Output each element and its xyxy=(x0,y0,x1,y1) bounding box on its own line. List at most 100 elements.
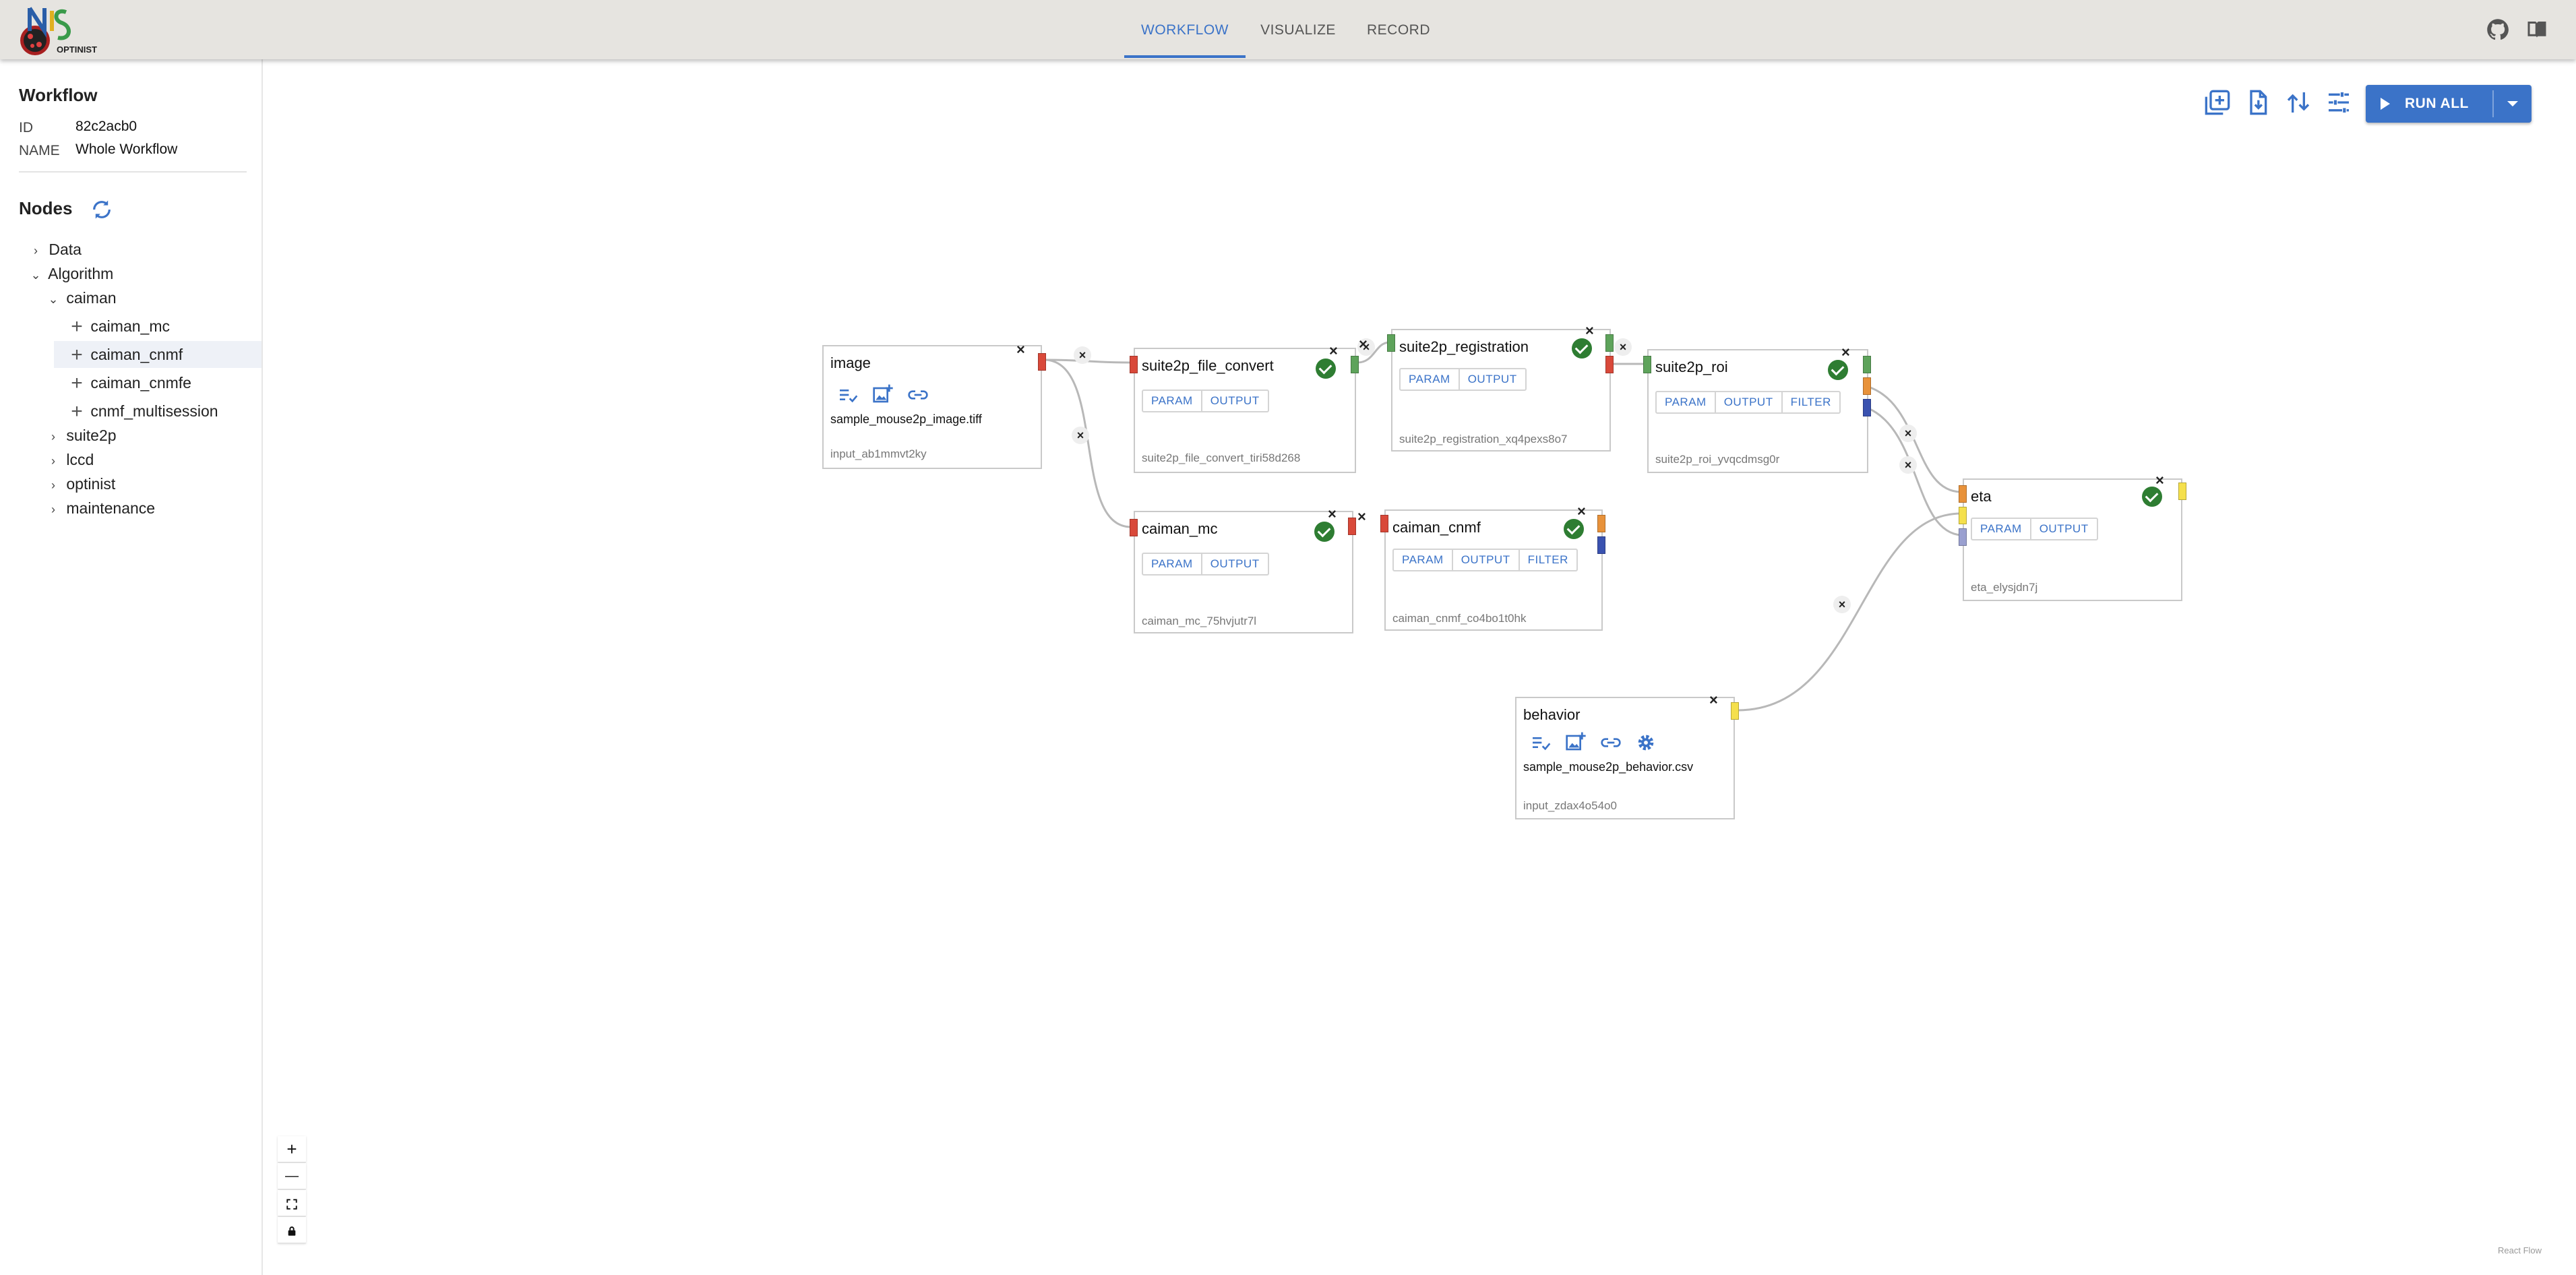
close-node-button[interactable]: × xyxy=(1841,345,1850,360)
success-check-icon xyxy=(1828,360,1848,380)
close-node-button[interactable]: × xyxy=(1709,693,1718,708)
output-button[interactable]: OUTPUT xyxy=(1716,392,1783,412)
node-button-group: PARAM OUTPUT FILTER xyxy=(1392,549,1578,571)
lock-button[interactable] xyxy=(278,1217,306,1243)
output-handle[interactable] xyxy=(1605,334,1614,352)
node-file-name: sample_mouse2p_behavior.csv xyxy=(1523,760,1694,774)
node-button-group: PARAM OUTPUT xyxy=(1971,518,2098,540)
edge-delete-button[interactable]: × xyxy=(1614,338,1632,356)
close-node-button[interactable]: × xyxy=(1329,344,1338,359)
github-icon[interactable] xyxy=(2486,18,2510,42)
output-handle[interactable] xyxy=(1731,702,1739,720)
param-button[interactable]: PARAM xyxy=(1143,554,1202,574)
zoom-in-button[interactable]: + xyxy=(278,1136,306,1162)
gear-icon[interactable] xyxy=(1635,732,1657,753)
close-handle-button[interactable]: × xyxy=(1357,509,1366,524)
node-suite2p-roi[interactable]: suite2p_roi × PARAM OUTPUT FILTER suite2… xyxy=(1643,345,1871,473)
tab-workflow[interactable]: WORKFLOW xyxy=(1124,0,1246,58)
edge-delete-button[interactable]: × xyxy=(1072,427,1089,444)
output-handle[interactable] xyxy=(1863,377,1871,395)
node-id: suite2p_registration_xq4pexs8o7 xyxy=(1399,433,1568,445)
param-button[interactable]: PARAM xyxy=(1143,391,1202,411)
app-bar: OPTINIST WORKFLOW VISUALIZE RECORD xyxy=(0,0,2576,59)
tab-record[interactable]: RECORD xyxy=(1355,0,1442,55)
node-file-name: sample_mouse2p_image.tiff xyxy=(830,412,982,426)
edge-image-to-caiman-mc[interactable] xyxy=(1045,359,1132,528)
param-button[interactable]: PARAM xyxy=(1657,392,1716,412)
lock-icon xyxy=(288,1226,296,1236)
output-handle[interactable] xyxy=(1597,536,1605,554)
link-icon[interactable] xyxy=(1600,732,1622,753)
close-node-button[interactable]: × xyxy=(2155,473,2164,488)
output-button[interactable]: OUTPUT xyxy=(1453,550,1520,570)
node-title: image xyxy=(830,354,871,371)
node-caiman-mc[interactable]: caiman_mc × PARAM OUTPUT caiman_mc_75hvj… xyxy=(1130,507,1366,633)
input-handle[interactable] xyxy=(1130,519,1138,536)
react-flow-attribution[interactable]: React Flow xyxy=(2498,1245,2542,1255)
add-image-icon[interactable] xyxy=(872,383,894,404)
node-button-group: PARAM OUTPUT xyxy=(1399,368,1527,391)
node-title: caiman_mc xyxy=(1142,520,1218,537)
filter-button[interactable]: FILTER xyxy=(1520,550,1576,570)
select-files-icon[interactable] xyxy=(837,384,859,406)
node-id: input_ab1mmvt2ky xyxy=(830,447,927,460)
node-suite2p-file-convert[interactable]: suite2p_file_convert × PARAM OUTPUT suit… xyxy=(1130,344,1359,473)
output-handle[interactable] xyxy=(1351,356,1359,373)
select-files-icon[interactable] xyxy=(1530,732,1552,753)
add-image-icon[interactable] xyxy=(1565,730,1587,752)
node-id: suite2p_roi_yvqcdmsg0r xyxy=(1655,453,1780,466)
close-node-button[interactable]: × xyxy=(1016,342,1025,357)
tab-visualize[interactable]: VISUALIZE xyxy=(1251,0,1345,55)
close-node-button[interactable]: × xyxy=(1328,507,1337,522)
edge-behavior-to-eta[interactable] xyxy=(1737,512,1962,712)
param-button[interactable]: PARAM xyxy=(1394,550,1453,570)
param-button[interactable]: PARAM xyxy=(1972,519,2031,539)
input-handle[interactable] xyxy=(1959,485,1967,503)
output-handle[interactable] xyxy=(1597,515,1605,532)
output-button[interactable]: OUTPUT xyxy=(1202,391,1268,411)
input-handle[interactable] xyxy=(1130,356,1138,373)
output-handle[interactable] xyxy=(1348,518,1356,535)
node-image[interactable]: image sample_mouse2p_image.tiff input_ab… xyxy=(822,342,1046,469)
input-handle[interactable] xyxy=(1643,356,1651,373)
close-node-button[interactable]: × xyxy=(1585,323,1594,338)
success-check-icon xyxy=(1314,522,1335,542)
close-node-button[interactable]: × xyxy=(1577,504,1586,519)
close-handle-button[interactable]: × xyxy=(1359,337,1368,352)
node-title: suite2p_roi xyxy=(1655,359,1728,375)
param-button[interactable]: PARAM xyxy=(1401,369,1460,390)
link-icon[interactable] xyxy=(907,384,929,406)
output-handle[interactable] xyxy=(2178,483,2186,500)
input-handle[interactable] xyxy=(1959,528,1967,546)
zoom-out-button[interactable]: — xyxy=(278,1163,306,1189)
success-check-icon xyxy=(2142,487,2162,507)
output-handle[interactable] xyxy=(1863,399,1871,416)
filter-button[interactable]: FILTER xyxy=(1783,392,1839,412)
edge-delete-button[interactable]: × xyxy=(1074,346,1091,364)
output-handle[interactable] xyxy=(1038,353,1046,371)
node-title: caiman_cnmf xyxy=(1392,519,1481,536)
node-caiman-cnmf[interactable]: caiman_cnmf × PARAM OUTPUT FILTER caiman… xyxy=(1380,504,1605,631)
fit-view-icon xyxy=(286,1199,297,1210)
input-handle[interactable] xyxy=(1380,515,1388,532)
input-handle[interactable] xyxy=(1387,334,1395,352)
node-id: input_zdax4o54o0 xyxy=(1523,799,1617,812)
output-button[interactable]: OUTPUT xyxy=(1202,554,1268,574)
edge-delete-button[interactable]: × xyxy=(1899,425,1917,442)
output-handle[interactable] xyxy=(1605,356,1614,373)
node-behavior[interactable]: behavior sample_mouse2p_behavior.csv inp… xyxy=(1515,693,1739,819)
book-icon[interactable] xyxy=(2525,18,2549,42)
node-id: suite2p_file_convert_tiri58d268 xyxy=(1142,452,1301,464)
output-button[interactable]: OUTPUT xyxy=(1460,369,1525,390)
node-suite2p-registration[interactable]: suite2p_registration × PARAM OUTPUT suit… xyxy=(1387,323,1614,452)
node-eta[interactable]: eta × PARAM OUTPUT eta_elysjdn7j xyxy=(1959,473,2186,601)
output-button[interactable]: OUTPUT xyxy=(2031,519,2097,539)
node-title: behavior xyxy=(1523,706,1581,723)
node-button-group: PARAM OUTPUT FILTER xyxy=(1655,391,1841,414)
edge-delete-button[interactable]: × xyxy=(1899,456,1917,474)
node-title: suite2p_registration xyxy=(1399,338,1529,355)
edge-delete-button[interactable]: × xyxy=(1833,596,1851,613)
input-handle[interactable] xyxy=(1959,507,1967,524)
fit-view-button[interactable] xyxy=(278,1190,306,1216)
output-handle[interactable] xyxy=(1863,356,1871,373)
